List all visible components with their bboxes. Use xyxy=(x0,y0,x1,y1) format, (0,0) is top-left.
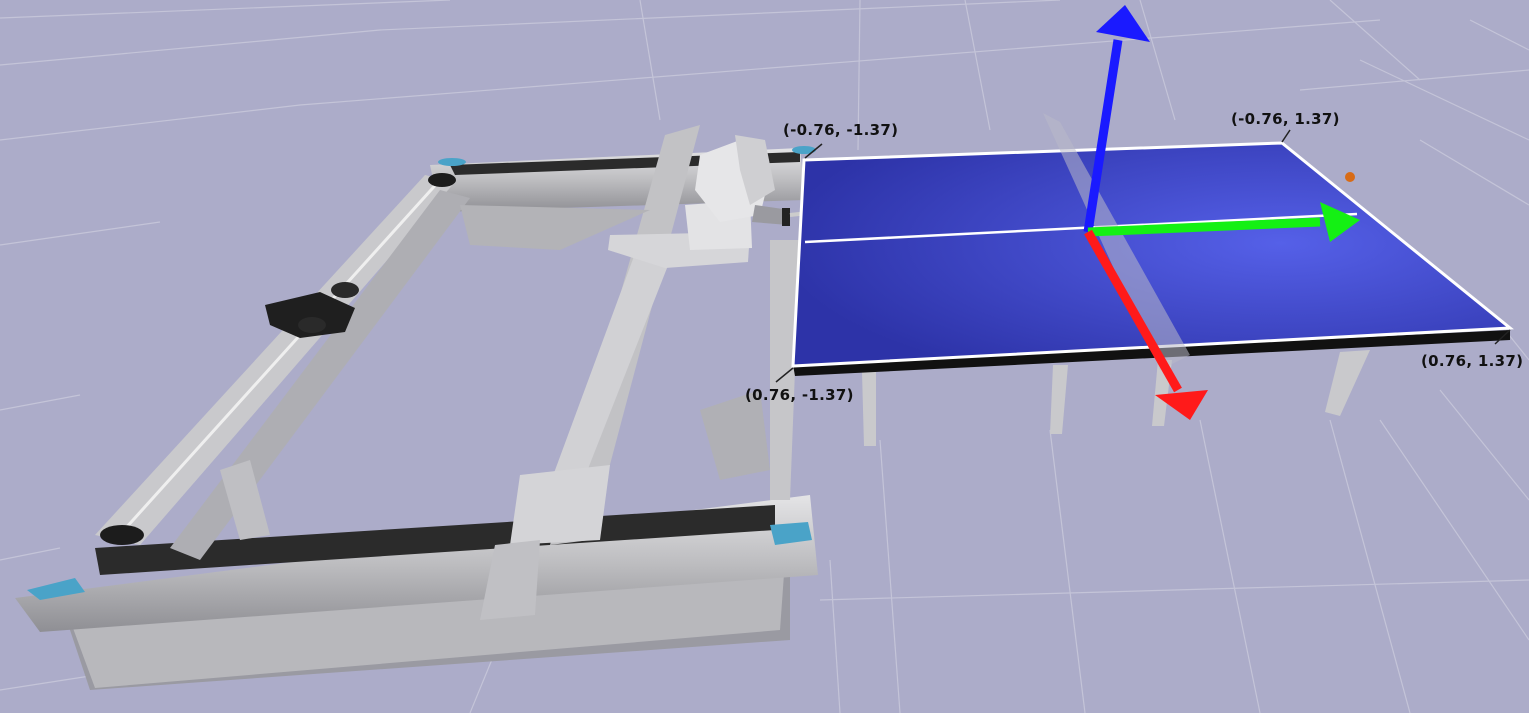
corner-label-near-left: (0.76, -1.37) xyxy=(745,386,854,404)
z-axis-arrowhead xyxy=(1096,5,1150,42)
corner-label-near-right: (0.76, 1.37) xyxy=(1421,352,1523,370)
carriage xyxy=(510,465,610,545)
simulation-viewport[interactable]: (-0.76, -1.37) (-0.76, 1.37) (0.76, -1.3… xyxy=(0,0,1529,713)
left-rail xyxy=(95,175,455,545)
pad-rear-left xyxy=(438,158,466,166)
ball xyxy=(1345,172,1355,182)
corner-label-far-right: (-0.76, 1.37) xyxy=(1231,110,1340,128)
corner-label-far-left: (-0.76, -1.37) xyxy=(783,121,898,139)
